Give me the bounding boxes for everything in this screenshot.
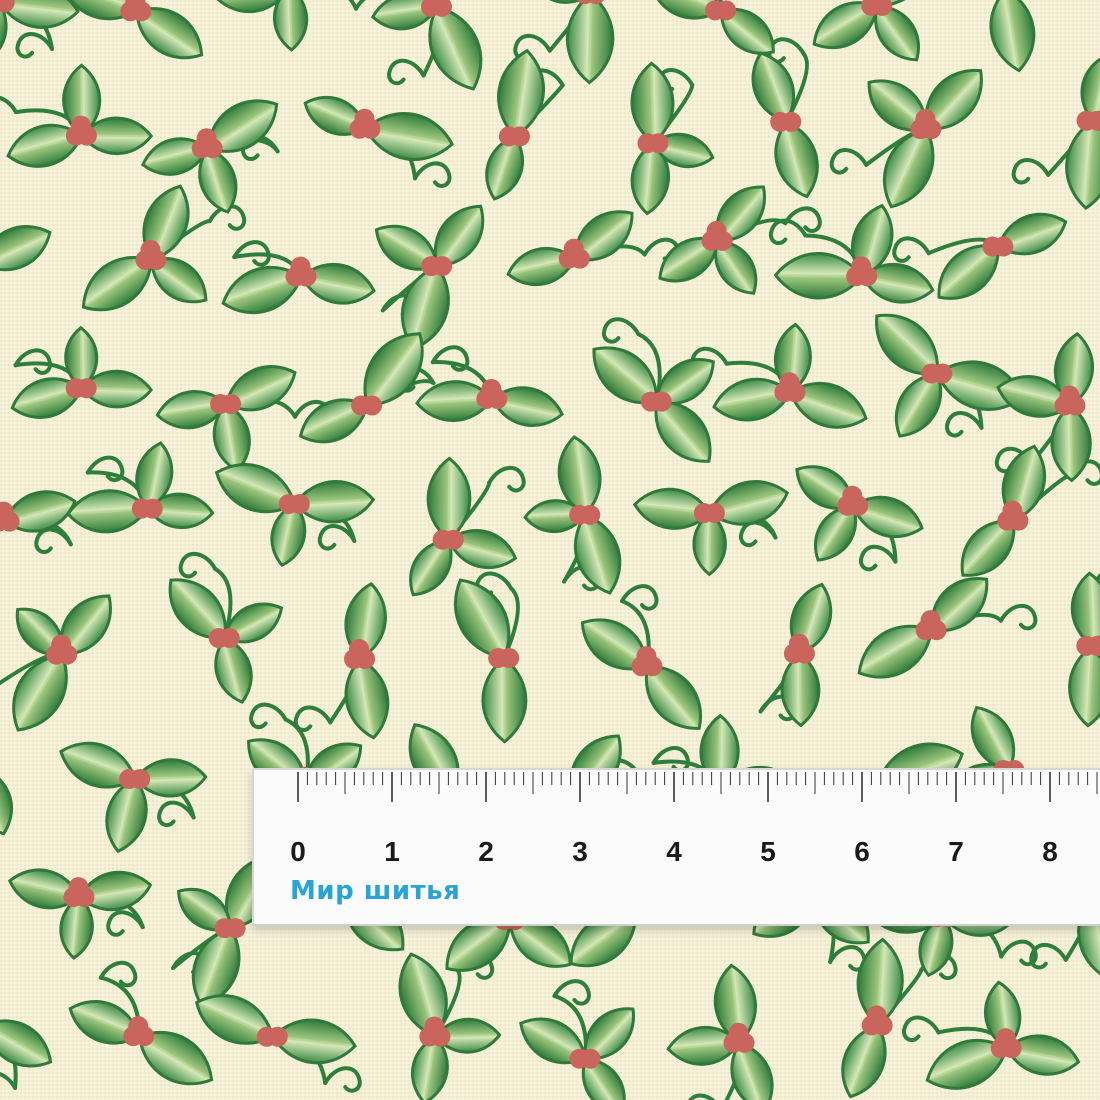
berry [481,378,502,399]
ruler-label: 5 [760,836,776,867]
berry [443,529,464,550]
berry [225,918,246,939]
berry [130,768,151,789]
berry [781,111,802,132]
berry [219,628,240,649]
berry [932,363,953,384]
berry [1059,385,1080,406]
berry [128,1016,149,1037]
berry [76,378,97,399]
berry [140,239,161,260]
fabric-pattern [0,0,1100,1100]
berry [289,493,310,514]
berry [716,0,737,21]
berry [636,646,657,667]
brand-logo: Мир шитья [290,876,461,906]
berry [290,256,311,277]
berry [728,1022,749,1043]
berry [362,395,383,416]
berry [424,1016,445,1037]
ruler-label: 4 [666,836,682,867]
berry [651,391,672,412]
berry [354,108,375,129]
berry [580,1048,601,1069]
berry [995,1028,1016,1049]
berry [499,648,520,669]
berry [70,115,91,136]
berry [142,498,163,519]
berry [509,126,530,147]
berry [915,109,936,130]
ruler: 0 1 2 3 4 5 6 7 8 Мир шитья [252,768,1100,926]
berry [866,1005,887,1026]
berry [563,238,584,259]
berry [221,394,242,415]
berry [580,504,601,525]
ruler-label: 3 [572,836,588,867]
berry [349,638,370,659]
berry [1002,500,1023,521]
berry [196,128,217,149]
berry [788,633,809,654]
berry [51,634,72,655]
ruler-label: 6 [854,836,870,867]
berry [706,220,727,241]
berry [267,1026,288,1047]
berry [432,256,453,277]
ruler-label: 2 [478,836,494,867]
berry [842,485,863,506]
berry [779,372,800,393]
ruler-label: 7 [948,836,964,867]
ruler-label: 0 [290,836,306,867]
berry [851,256,872,277]
berry [648,133,669,154]
berry [704,503,725,524]
berry [993,236,1014,257]
ruler-label: 8 [1042,836,1058,867]
ruler-label: 1 [384,836,400,867]
berry [68,877,89,898]
berry [920,610,941,631]
